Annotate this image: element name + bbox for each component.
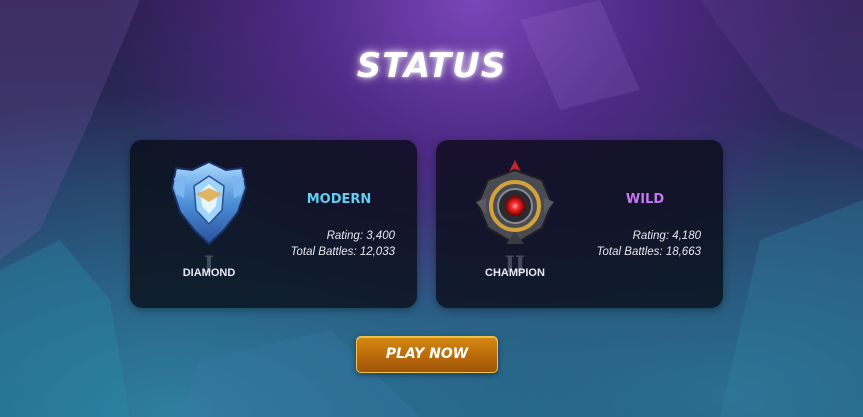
- rank-name: DIAMOND: [182, 267, 236, 279]
- format-label: MODERN: [306, 192, 372, 207]
- rating-text: Rating: 4,180: [632, 230, 701, 242]
- rating-text: Rating: 3,400: [326, 230, 395, 242]
- format-label: WILD: [625, 192, 665, 207]
- wild-status-card: II CHAMPION WILD Rating: 4,180 Total Bat…: [436, 140, 723, 308]
- modern-status-card: I DIAMOND MODERN Rating: 3,400 Total Bat…: [130, 140, 417, 308]
- total-battles-text: Total Battles: 12,033: [290, 246, 395, 258]
- rank-name: CHAMPION: [485, 267, 545, 279]
- total-battles-text: Total Battles: 18,663: [596, 246, 701, 258]
- page-title: STATUS: [356, 46, 507, 86]
- play-now-button[interactable]: PLAY NOW: [356, 336, 498, 373]
